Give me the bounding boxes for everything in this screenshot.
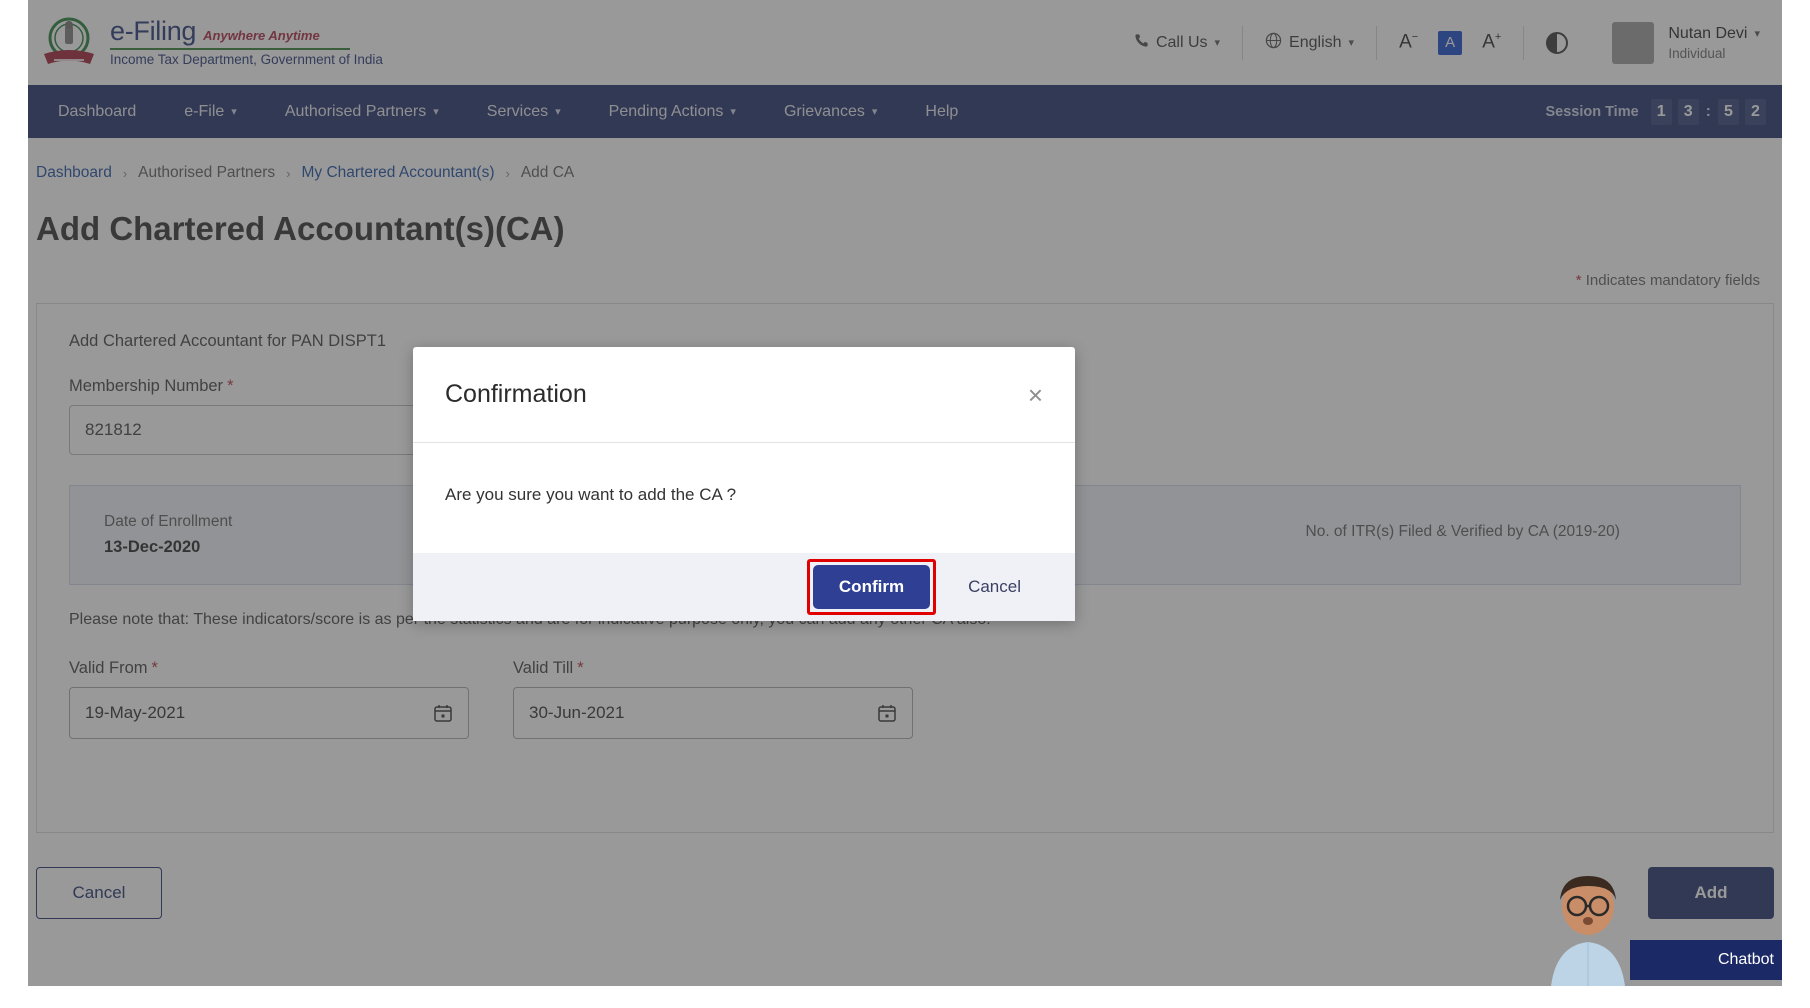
close-icon[interactable]: × <box>1028 382 1043 408</box>
page-right-edge <box>1782 0 1810 1008</box>
dialog-message: Are you sure you want to add the CA ? <box>413 443 1075 553</box>
confirm-button-highlight: Confirm <box>807 559 936 615</box>
chatbot-avatar-icon <box>1534 870 1642 998</box>
dialog-header: Confirmation × <box>413 347 1075 443</box>
dialog-cancel-button[interactable]: Cancel <box>946 577 1043 597</box>
confirm-button[interactable]: Confirm <box>813 565 930 609</box>
dialog-title: Confirmation <box>445 380 587 409</box>
confirmation-dialog: Confirmation × Are you sure you want to … <box>413 347 1075 621</box>
chatbot-widget[interactable]: Chatbot <box>1534 860 1792 998</box>
page-bottom-edge <box>0 986 1810 1008</box>
page-left-edge <box>0 0 28 1008</box>
chatbot-label[interactable]: Chatbot <box>1630 940 1792 980</box>
dialog-actions: Confirm Cancel <box>413 553 1075 621</box>
app-window: e-Filing Anywhere Anytime Income Tax Dep… <box>0 0 1810 1008</box>
